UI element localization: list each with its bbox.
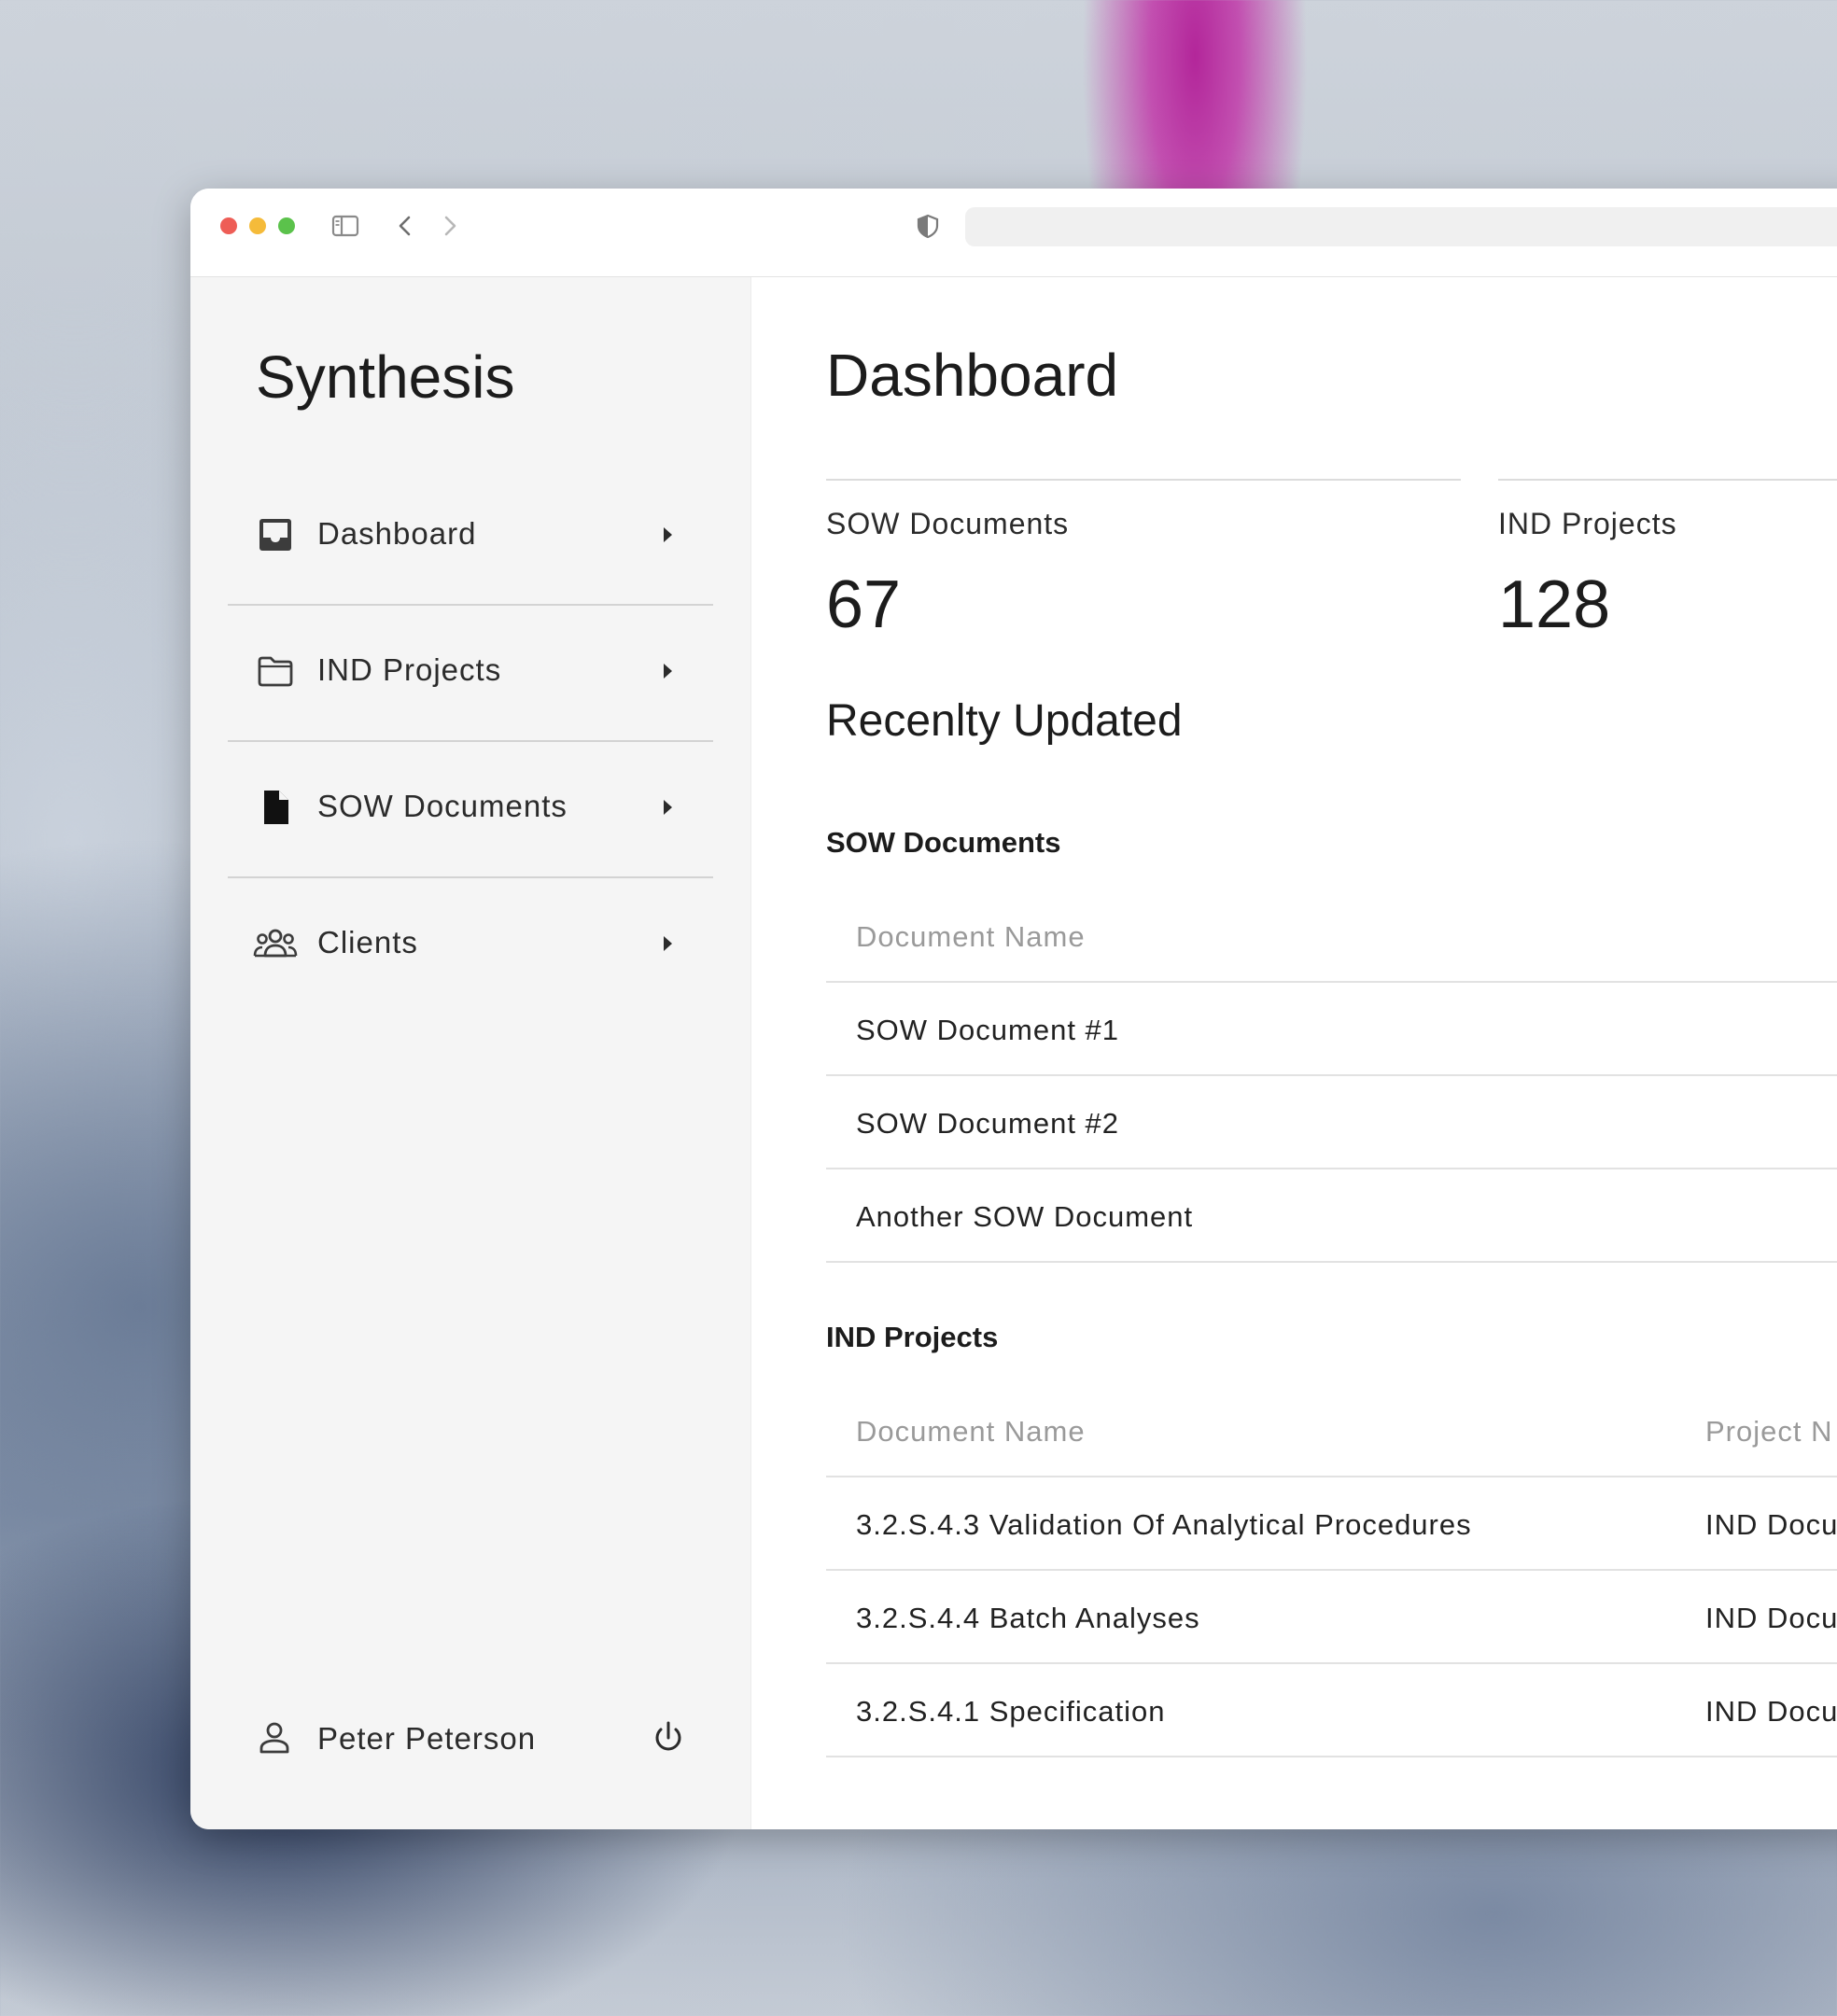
caret-right-icon: [657, 525, 678, 545]
stat-value: 128: [1498, 567, 1611, 642]
minimize-window-button[interactable]: [249, 217, 266, 234]
inbox-icon: [256, 515, 295, 554]
caret-right-icon: [657, 933, 678, 954]
power-icon[interactable]: [650, 1719, 687, 1757]
table-cell: 3.2.S.4.3 Validation Of Analytical Proce…: [856, 1508, 1472, 1541]
user-profile: Peter Peterson: [190, 1680, 750, 1829]
table-cell: IND Docu: [1705, 1695, 1837, 1728]
page-title: Dashboard: [826, 342, 1119, 409]
stat-card-ind[interactable]: IND Projects 128: [1498, 479, 1837, 649]
table-row[interactable]: SOW Document #2: [826, 1076, 1837, 1169]
table-cell: 3.2.S.4.4 Batch Analyses: [856, 1602, 1200, 1634]
column-header[interactable]: Document Name: [856, 920, 1086, 954]
table-header: Document Name Project N: [826, 1384, 1837, 1477]
sidebar-item-label: IND Projects: [317, 652, 502, 687]
table-title: SOW Documents: [826, 826, 1061, 859]
privacy-shield-icon[interactable]: [913, 211, 943, 241]
table-row[interactable]: 3.2.S.4.1 Specification IND Docu: [826, 1664, 1837, 1757]
main-content: Dashboard SOW Documents 67 IND Projects …: [751, 277, 1837, 1829]
address-bar[interactable]: [965, 207, 1837, 246]
table-cell: IND Docu: [1705, 1508, 1837, 1541]
sidebar-item-dashboard[interactable]: Dashboard: [228, 464, 713, 600]
table-cell: Another SOW Document: [856, 1200, 1194, 1233]
column-header[interactable]: Project N: [1705, 1415, 1832, 1449]
sidebar-item-ind-projects[interactable]: IND Projects: [228, 600, 713, 736]
table-row[interactable]: SOW Document #1: [826, 983, 1837, 1076]
caret-right-icon: [657, 661, 678, 681]
back-icon[interactable]: [390, 211, 420, 241]
sidebar-item-sow-documents[interactable]: SOW Documents: [228, 736, 713, 873]
sow-documents-table: Document Name SOW Document #1 SOW Docume…: [826, 889, 1837, 1263]
stat-value: 67: [826, 567, 902, 642]
table-cell: SOW Document #2: [856, 1107, 1120, 1140]
caret-right-icon: [657, 797, 678, 818]
stat-card-sow[interactable]: SOW Documents 67: [826, 479, 1461, 649]
browser-window: Synthesis Dashboard IND Projects SOW Doc…: [190, 189, 1837, 1829]
user-icon: [256, 1719, 293, 1757]
forward-icon[interactable]: [435, 211, 465, 241]
folder-icon: [256, 651, 295, 691]
people-icon: [252, 924, 299, 963]
browser-titlebar: [190, 189, 1837, 277]
sidebar-item-label: Clients: [317, 925, 418, 959]
table-cell: SOW Document #1: [856, 1014, 1120, 1046]
table-row[interactable]: 3.2.S.4.3 Validation Of Analytical Proce…: [826, 1477, 1837, 1571]
table-header: Document Name: [826, 889, 1837, 983]
sidebar-item-label: SOW Documents: [317, 789, 568, 823]
close-window-button[interactable]: [220, 217, 237, 234]
table-row[interactable]: Another SOW Document: [826, 1169, 1837, 1263]
sidebar-item-label: Dashboard: [317, 516, 477, 551]
ind-projects-table: Document Name Project N 3.2.S.4.3 Valida…: [826, 1384, 1837, 1757]
document-icon: [256, 788, 295, 827]
table-title: IND Projects: [826, 1321, 999, 1353]
user-name[interactable]: Peter Peterson: [317, 1721, 536, 1757]
table-cell: 3.2.S.4.1 Specification: [856, 1695, 1166, 1728]
column-header[interactable]: Document Name: [856, 1415, 1086, 1449]
sidebar-item-clients[interactable]: Clients: [228, 873, 713, 1009]
stat-label: SOW Documents: [826, 507, 1070, 540]
maximize-window-button[interactable]: [278, 217, 295, 234]
section-title: Recenlty Updated: [826, 696, 1183, 746]
sidebar: Synthesis Dashboard IND Projects SOW Doc…: [190, 277, 751, 1829]
sidebar-toggle-icon[interactable]: [330, 211, 360, 241]
app-brand: Synthesis: [256, 343, 515, 411]
table-row[interactable]: 3.2.S.4.4 Batch Analyses IND Docu: [826, 1571, 1837, 1664]
stat-label: IND Projects: [1498, 507, 1677, 540]
table-cell: IND Docu: [1705, 1602, 1837, 1634]
